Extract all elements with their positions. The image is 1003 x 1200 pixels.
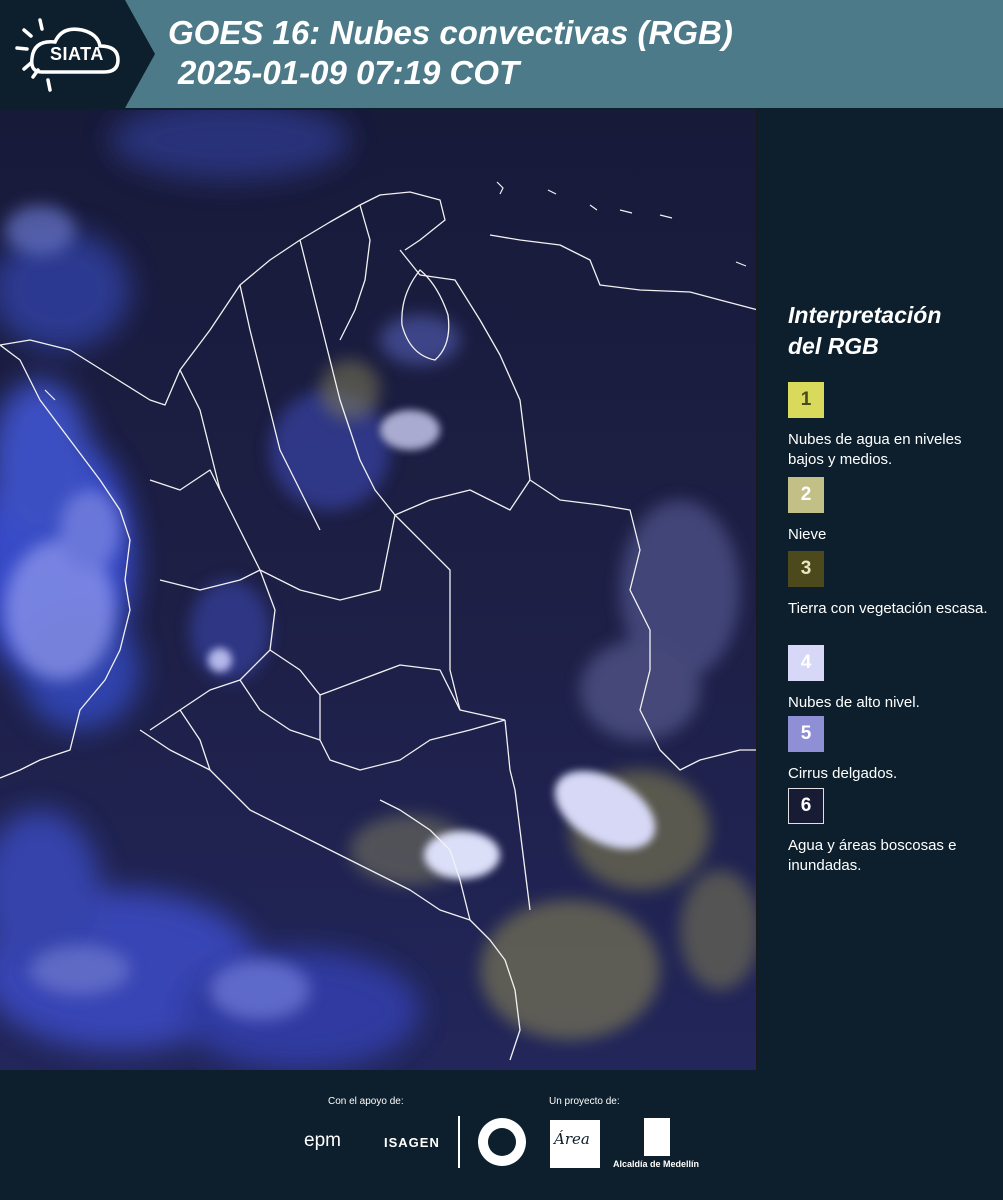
support-label: Con el apoyo de:: [328, 1096, 404, 1107]
alcaldia-label: Alcaldía de Medellín: [613, 1159, 700, 1169]
project-label: Un proyecto de:: [549, 1096, 620, 1107]
legend-label-3: Tierra con vegetación escasa.: [788, 600, 988, 617]
legend-swatch-2: 2: [788, 477, 824, 513]
footer-divider: [458, 1116, 460, 1168]
header: SIATA GOES 16: Nubes convectivas (RGB) 2…: [0, 0, 1003, 108]
legend-item-5: 5 Cirrus delgados.: [788, 716, 998, 784]
siata-logo: SIATA: [0, 0, 160, 108]
legend-item-2: 2 Nieve: [788, 477, 998, 545]
alcaldia-shield-icon: [644, 1118, 670, 1156]
legend-label-4: Nubes de alto nivel.: [788, 694, 920, 711]
satellite-map: [0, 110, 758, 1070]
legend-item-4: 4 Nubes de alto nivel.: [788, 645, 998, 713]
legend-swatch-5: 5: [788, 716, 824, 752]
medellin-seal-icon: [478, 1118, 526, 1166]
epm-logo: epm: [304, 1130, 341, 1151]
legend-item-3: 3 Tierra con vegetación escasa.: [788, 551, 998, 619]
legend-swatch-6: 6: [788, 788, 824, 824]
satellite-map-image: [0, 110, 756, 1070]
page-title: GOES 16: Nubes convectivas (RGB): [168, 14, 733, 51]
footer: Con el apoyo de: Un proyecto de: epm ISA…: [0, 1070, 1003, 1200]
legend-label-2: Nieve: [788, 526, 827, 543]
legend-label-1: Nubes de agua en niveles bajos y medios.: [788, 431, 962, 468]
legend-item-6: 6 Agua y áreas boscosas e inundadas.: [788, 788, 998, 876]
legend-title: Interpretación del RGB: [788, 300, 941, 362]
legend-swatch-3: 3: [788, 551, 824, 587]
legend-title-line1: Interpretación: [788, 302, 942, 328]
area-metropolitana-text: Área: [554, 1130, 590, 1148]
legend-swatch-1: 1: [788, 382, 824, 418]
legend-label-6: Agua y áreas boscosas e inundadas.: [788, 837, 957, 874]
logo-text: SIATA: [50, 44, 104, 64]
page-timestamp: 2025-01-09 07:19 COT: [178, 54, 520, 91]
legend-title-line2: del RGB: [788, 333, 879, 359]
isagen-logo: ISAGEN: [384, 1135, 440, 1150]
legend-swatch-4: 4: [788, 645, 824, 681]
legend-label-5: Cirrus delgados.: [788, 765, 898, 782]
legend-item-1: 1 Nubes de agua en niveles bajos y medio…: [788, 382, 998, 470]
area-metropolitana-logo: Área: [550, 1120, 600, 1168]
rgb-legend: Interpretación del RGB 1 Nubes de agua e…: [760, 110, 1003, 1070]
